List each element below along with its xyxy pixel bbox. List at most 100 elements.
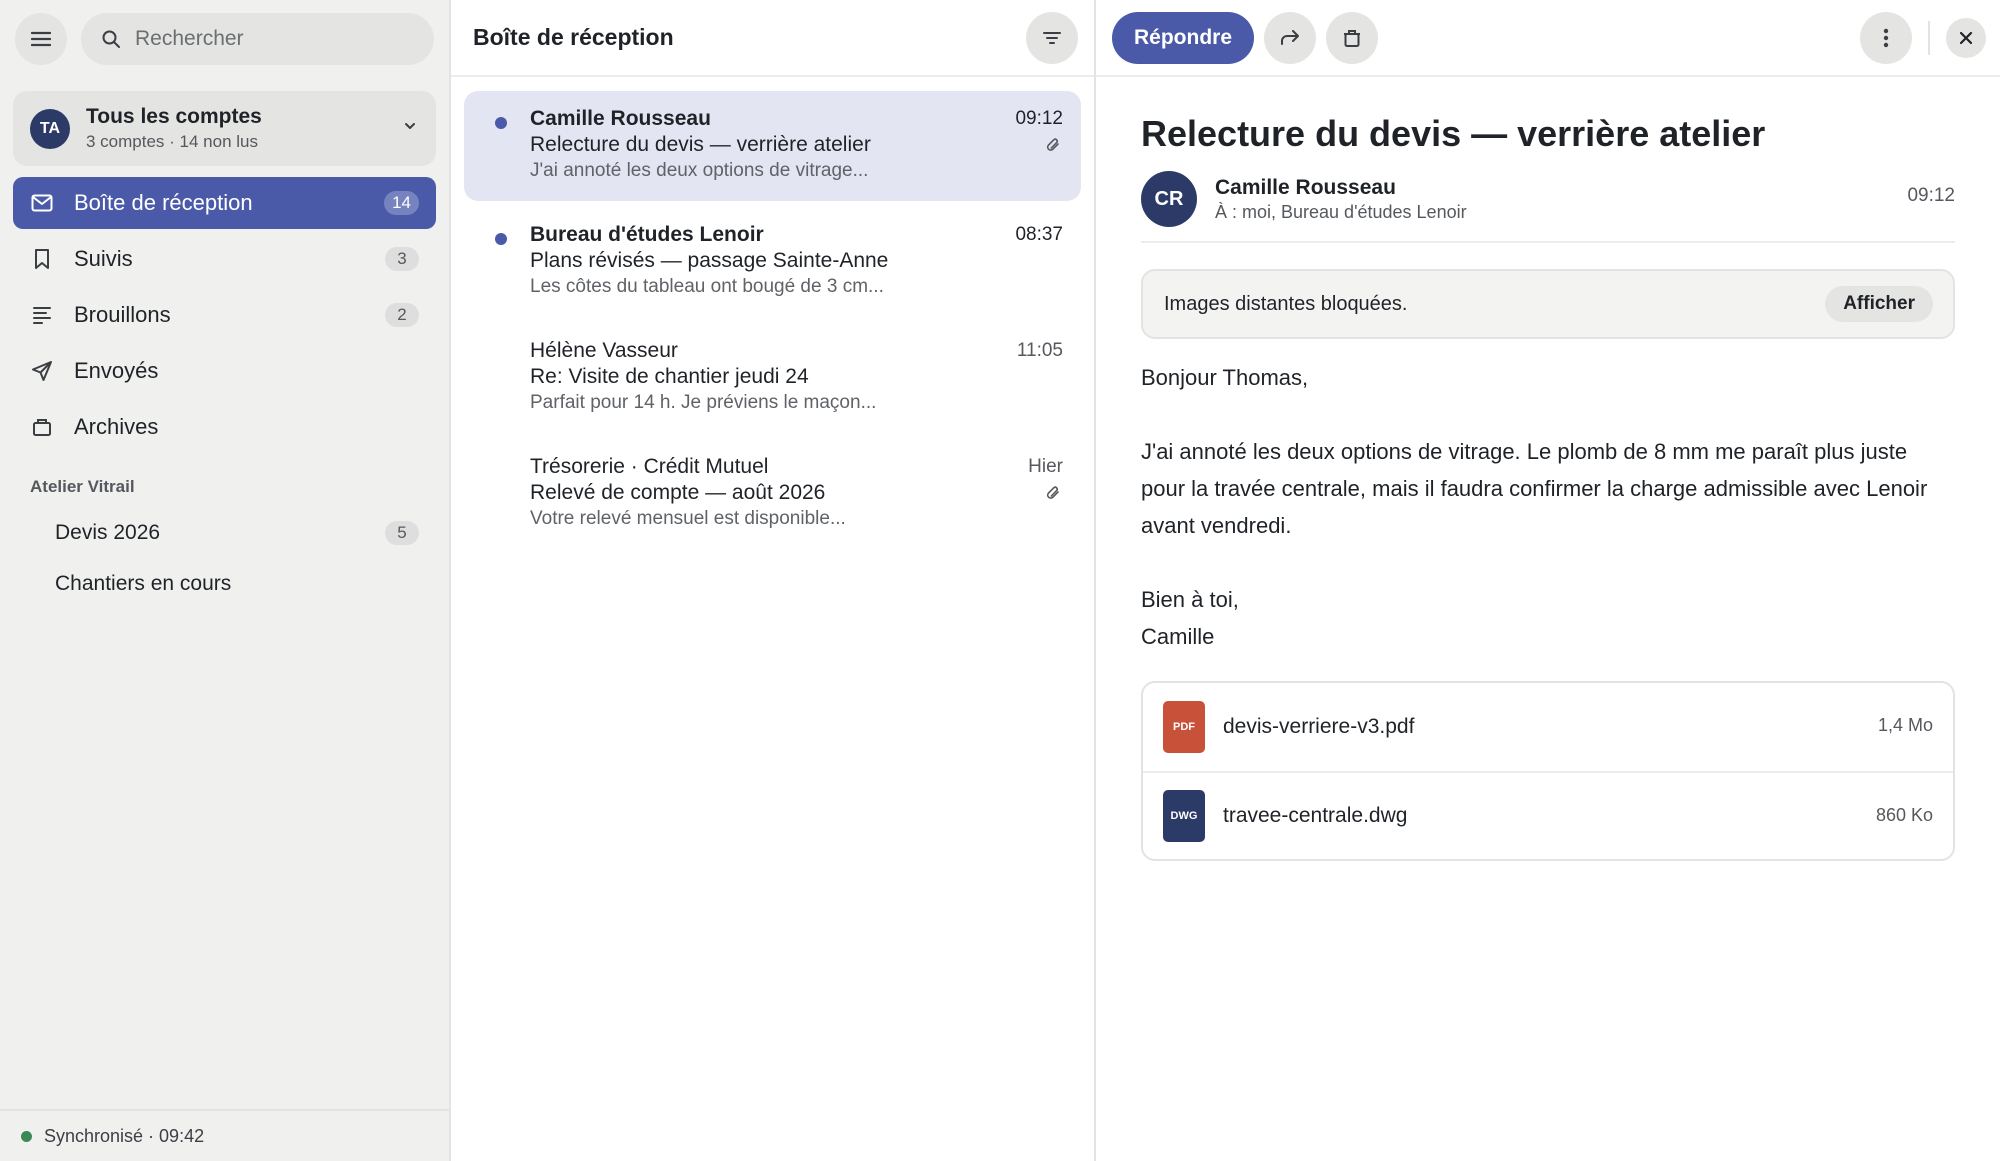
archive-icon <box>33 419 51 436</box>
account-switcher[interactable]: TA Tous les comptes 3 comptes · 14 non l… <box>13 91 436 166</box>
account-name: Tous les comptes <box>86 105 262 128</box>
sidebar-top-bar <box>0 0 449 77</box>
sidebar: TA Tous les comptes 3 comptes · 14 non l… <box>0 0 451 1161</box>
chevron-down-icon <box>405 123 415 129</box>
message-sender: Camille Rousseau <box>530 107 711 130</box>
sidebar-item-devis-2026[interactable]: Devis 2026 5 <box>13 507 436 558</box>
message-time: Hier <box>1028 456 1063 477</box>
sidebar-item-label: Boîte de réception <box>74 190 253 215</box>
more-vertical-icon <box>1883 28 1889 48</box>
search-input[interactable] <box>135 26 414 51</box>
search-icon <box>102 30 120 48</box>
email-greeting: Bonjour Thomas, <box>1141 365 1309 390</box>
sidebar-item-label: Archives <box>74 414 159 439</box>
message-preview: Parfait pour 14 h. Je préviens le maçon.… <box>530 392 877 413</box>
toolbar-right-group <box>1860 12 1986 64</box>
mail-app: TA Tous les comptes 3 comptes · 14 non l… <box>0 0 2000 1161</box>
sidebar-item-chantiers[interactable]: Chantiers en cours <box>13 558 436 609</box>
sidebar-item-label: Envoyés <box>74 358 159 383</box>
forward-icon <box>1281 29 1300 45</box>
message-subject: Re: Visite de chantier jeudi 24 <box>530 365 809 388</box>
attachment-item[interactable]: DWG travee-centrale.dwg 860 Ko <box>1143 771 1953 859</box>
inbox-icon <box>31 194 53 212</box>
email-subject: Relecture du devis — verrière atelier <box>1141 113 1766 154</box>
message-preview: Votre relevé mensuel est disponible... <box>530 508 846 529</box>
message-time: 09:12 <box>1015 108 1063 129</box>
close-button[interactable] <box>1946 18 1986 58</box>
email-signature: Camille <box>1141 624 1215 649</box>
drafts-icon <box>33 307 51 324</box>
mailbox-nav: Boîte de réception 14 Suivis 3 Brouillon… <box>0 177 449 453</box>
toolbar-divider <box>1928 21 1930 55</box>
email-time: 09:12 <box>1907 185 1955 206</box>
attachment-size: 860 Ko <box>1875 805 1933 825</box>
sidebar-item-followups[interactable]: Suivis 3 <box>13 233 436 285</box>
attachment-size: 1,4 Mo <box>1877 715 1933 735</box>
sidebar-item-archives[interactable]: Archives <box>13 401 436 453</box>
blocked-images-notice: Images distantes bloquées. Afficher <box>1141 269 1955 339</box>
hamburger-icon <box>31 31 51 46</box>
sidebar-item-drafts[interactable]: Brouillons 2 <box>13 289 436 341</box>
list-item[interactable]: Trésorerie · Crédit Mutuel Relevé de com… <box>464 439 1081 549</box>
forward-button[interactable] <box>1264 11 1317 64</box>
sidebar-item-label: Brouillons <box>74 302 171 327</box>
attachment-item[interactable]: PDF devis-verriere-v3.pdf 1,4 Mo <box>1143 683 1953 771</box>
count-badge: 2 <box>385 303 419 327</box>
count-badge: 5 <box>385 521 419 545</box>
status-dot-icon <box>21 1130 32 1142</box>
more-options-button[interactable] <box>1860 12 1912 64</box>
list-title: Boîte de réception <box>473 24 674 50</box>
count-badge: 3 <box>385 247 419 271</box>
sync-status: Synchronisé · 09:42 <box>0 1109 449 1161</box>
menu-button[interactable] <box>15 12 67 65</box>
filter-button[interactable] <box>1026 11 1078 64</box>
search-box[interactable] <box>81 12 434 65</box>
list-item[interactable]: Bureau d'études Lenoir Plans révisés — p… <box>464 207 1081 317</box>
sender-header: CR Camille Rousseau À : moi, Bureau d'ét… <box>1141 167 1955 243</box>
message-list: Boîte de réception Camille Rousseau Rele… <box>451 0 1096 1161</box>
paperclip-icon <box>1046 138 1059 151</box>
reply-button[interactable]: Répondre <box>1112 11 1255 64</box>
message-subject: Plans révisés — passage Sainte-Anne <box>530 249 889 272</box>
account-subtitle: 3 comptes · 14 non lus <box>86 132 258 151</box>
message-subject: Relecture du devis — verrière atelier <box>530 133 871 156</box>
message-time: 08:37 <box>1015 224 1063 245</box>
sender-avatar: CR <box>1141 171 1197 227</box>
sidebar-item-inbox[interactable]: Boîte de réception 14 <box>13 177 436 229</box>
recipients: À : moi, Bureau d'études Lenoir <box>1215 201 1467 222</box>
sidebar-item-sent[interactable]: Envoyés <box>13 345 436 397</box>
message-sender: Trésorerie · Crédit Mutuel <box>530 455 769 478</box>
message-sender: Bureau d'études Lenoir <box>530 223 764 246</box>
blocked-images-text: Images distantes bloquées. <box>1164 292 1408 315</box>
dwg-file-icon: DWG <box>1163 790 1205 842</box>
pdf-file-icon: PDF <box>1163 701 1205 753</box>
message-sender: Hélène Vasseur <box>530 339 678 362</box>
close-icon <box>1959 31 1973 45</box>
show-images-button[interactable]: Afficher <box>1825 286 1933 322</box>
message-preview: Les côtes du tableau ont bougé de 3 cm..… <box>530 276 884 297</box>
delete-button[interactable] <box>1326 11 1379 64</box>
folder-label: Chantiers en cours <box>55 571 232 595</box>
attachments-list: PDF devis-verriere-v3.pdf 1,4 Mo DWG tra… <box>1141 681 1955 861</box>
sidebar-item-label: Suivis <box>74 246 133 271</box>
bookmark-icon <box>35 249 49 269</box>
message-subject: Relevé de compte — août 2026 <box>530 481 826 504</box>
list-header: Boîte de réception <box>451 0 1094 77</box>
email-body: Bonjour Thomas, J'ai annoté les deux opt… <box>1141 359 1955 655</box>
unread-count-badge: 14 <box>384 191 419 215</box>
attachment-name: travee-centrale.dwg <box>1223 804 1408 827</box>
sync-status-text: Synchronisé · 09:42 <box>44 1125 205 1146</box>
reader-toolbar: Répondre <box>1096 0 2000 77</box>
folder-label: Devis 2026 <box>55 520 161 544</box>
list-item[interactable]: Hélène Vasseur Re: Visite de chantier je… <box>464 323 1081 433</box>
list-item[interactable]: Camille Rousseau Relecture du devis — ve… <box>464 91 1081 201</box>
send-icon <box>32 361 52 381</box>
email-closing: Bien à toi, <box>1141 587 1239 612</box>
filter-icon <box>1043 31 1061 44</box>
sender-name[interactable]: Camille Rousseau <box>1215 176 1467 200</box>
trash-icon <box>1344 29 1361 47</box>
unread-dot-icon <box>495 233 507 245</box>
email-paragraph: J'ai annoté les deux options de vitrage.… <box>1141 439 1928 538</box>
email-view: Relecture du devis — verrière atelier CR… <box>1096 112 2000 861</box>
folder-section-title: Atelier Vitrail <box>30 477 135 496</box>
